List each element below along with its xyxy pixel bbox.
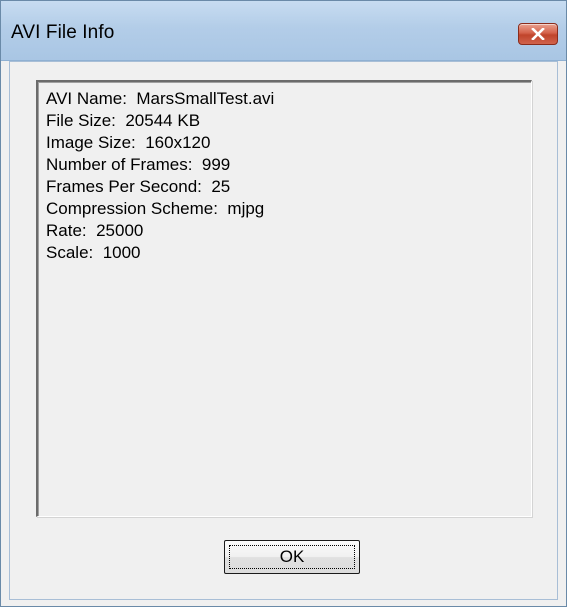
dialog-client-area: AVI Name: MarsSmallTest.avi File Size: 2… — [9, 61, 558, 600]
frames-per-second-line: Frames Per Second: 25 — [46, 177, 231, 196]
image-size-line: Image Size: 160x120 — [46, 133, 211, 152]
title-bar[interactable]: AVI File Info — [1, 1, 566, 61]
ok-button[interactable]: OK — [224, 540, 360, 574]
ok-button-label: OK — [279, 547, 305, 566]
close-icon — [531, 28, 545, 40]
close-button[interactable] — [518, 23, 558, 45]
compression-scheme-line: Compression Scheme: mjpg — [46, 199, 265, 218]
scale-line: Scale: 1000 — [46, 243, 141, 262]
file-size-line: File Size: 20544 KB — [46, 111, 201, 130]
window-title: AVI File Info — [11, 22, 115, 43]
file-info-text-box: AVI Name: MarsSmallTest.avi File Size: 2… — [36, 80, 532, 517]
number-of-frames-line: Number of Frames: 999 — [46, 155, 231, 174]
avi-file-info-dialog: AVI File Info AVI Name: MarsSmallTest.av… — [0, 0, 567, 607]
rate-line: Rate: 25000 — [46, 221, 144, 240]
avi-name-line: AVI Name: MarsSmallTest.avi — [46, 89, 275, 108]
